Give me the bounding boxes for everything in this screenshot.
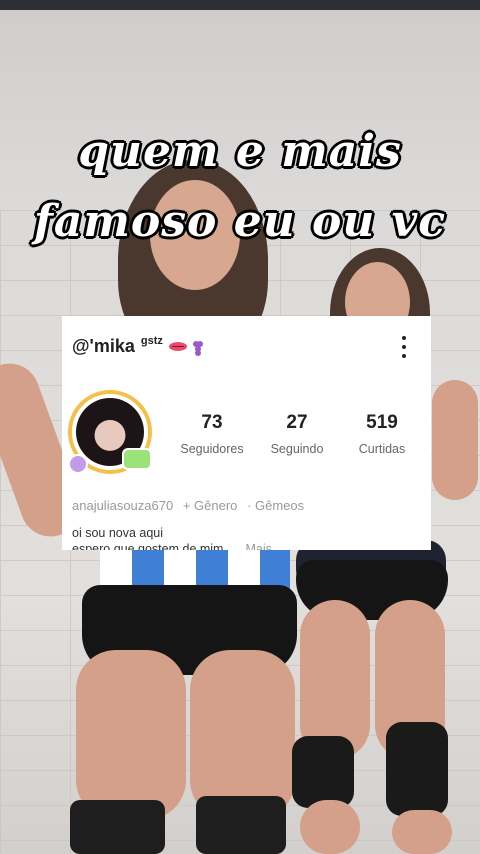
profile-header: @'mika gstz (72, 334, 203, 357)
stat-following[interactable]: 27 Seguindo (257, 412, 337, 456)
sign-tag: · Gêmeos (247, 498, 305, 513)
caption-line-2: famoso eu ou vc (33, 196, 447, 247)
left-person-leg-right (190, 650, 295, 820)
grape-icon (192, 339, 203, 356)
avatar-sticker-star-icon (68, 454, 88, 474)
more-options-icon[interactable] (401, 336, 407, 358)
profile-meta: anajuliasouza670 + Gênero · Gêmeos (72, 498, 310, 513)
stat-followers-label: Seguidores (180, 442, 244, 456)
left-person-sock-right (196, 796, 286, 854)
top-strip (0, 0, 480, 10)
right-person-arm (432, 380, 478, 500)
right-person-shin-right (392, 810, 452, 854)
right-person-kneepad-left (292, 736, 354, 808)
profile-handle: @'mika (72, 336, 135, 356)
profile-avatar[interactable] (68, 390, 158, 480)
stat-followers-value: 73 (201, 412, 223, 433)
gender-tag[interactable]: + Gênero (183, 498, 238, 513)
stat-followers[interactable]: 73 Seguidores (172, 412, 252, 456)
right-person-kneepad-right (386, 722, 448, 816)
profile-stats: 73 Seguidores 27 Seguindo 519 Curtidas (172, 412, 422, 456)
right-person-shin-left (300, 800, 360, 854)
stat-following-value: 27 (286, 412, 308, 433)
profile-handle-suffix: gstz (140, 334, 163, 347)
bio-line-1: oi sou nova aqui (72, 526, 164, 540)
lips-icon (168, 342, 187, 351)
avatar-sticker-camera-icon (122, 448, 152, 470)
stat-likes-value: 519 (366, 412, 398, 433)
account-name: anajuliasouza670 (72, 498, 174, 513)
bio-line-2: espero que gostem de mim Mais (72, 542, 272, 550)
stat-likes[interactable]: 519 Curtidas (342, 412, 422, 456)
stat-following-label: Seguindo (270, 442, 324, 456)
bio-more-link[interactable]: Mais (245, 542, 271, 550)
left-person-leg-left (76, 650, 186, 820)
left-person-sock-left (70, 800, 165, 854)
bio-line-2-text: espero que gostem de mim (72, 542, 224, 550)
caption-line-1: quem e mais (78, 126, 402, 177)
stat-likes-label: Curtidas (358, 442, 406, 456)
profile-card[interactable]: @'mika gstz 73 Seguidores 27 Seguindo 51… (62, 316, 431, 550)
